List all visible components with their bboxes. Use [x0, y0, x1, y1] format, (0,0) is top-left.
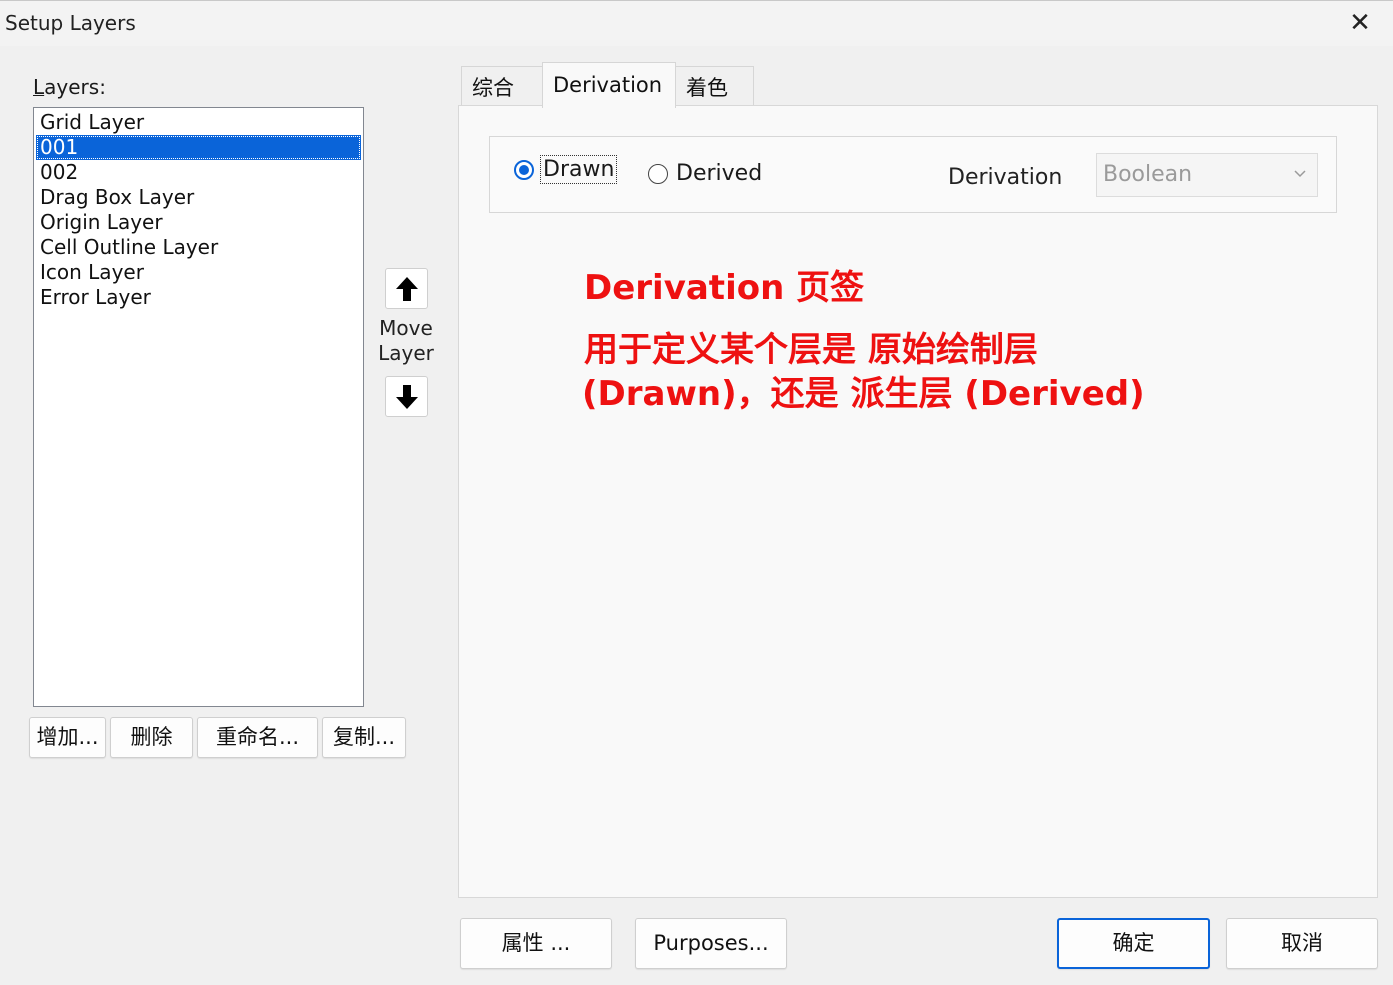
list-item[interactable]: Grid Layer: [36, 110, 361, 135]
move-layer-label: Move Layer: [372, 316, 440, 366]
delete-layer-button[interactable]: 删除: [110, 717, 193, 758]
derivation-tab-panel: Drawn Derived Derivation Boolean Derivat…: [458, 105, 1378, 898]
annotation-line2: 用于定义某个层是 原始绘制层: [584, 330, 1038, 370]
tab-derivation[interactable]: Derivation: [542, 62, 676, 108]
list-item[interactable]: Error Layer: [36, 285, 361, 310]
radio-derived-label: Derived: [676, 161, 763, 186]
window-title: Setup Layers: [5, 11, 136, 35]
arrow-down-icon: [395, 384, 418, 409]
derivation-select-value: Boolean: [1103, 162, 1193, 187]
move-down-button[interactable]: [385, 376, 428, 417]
derivation-groupbox: Drawn Derived Derivation Boolean: [489, 136, 1337, 213]
layers-listbox[interactable]: Grid Layer 001 002 Drag Box Layer Origin…: [33, 107, 364, 707]
chevron-down-icon: [1294, 170, 1306, 178]
properties-button[interactable]: 属性 ...: [460, 918, 612, 969]
add-layer-button[interactable]: 增加...: [29, 717, 106, 758]
layers-label-rest: ayers:: [44, 75, 106, 99]
radio-drawn-label: Drawn: [539, 155, 618, 184]
copy-layer-button[interactable]: 复制...: [322, 717, 406, 758]
radio-drawn[interactable]: Drawn: [514, 155, 618, 184]
radio-derived[interactable]: Derived: [648, 161, 762, 186]
layers-label: Layers:: [33, 75, 106, 99]
move-up-button[interactable]: [385, 268, 428, 309]
list-item[interactable]: Drag Box Layer: [36, 185, 361, 210]
list-item[interactable]: 001: [36, 135, 361, 160]
rename-layer-button[interactable]: 重命名...: [197, 717, 318, 758]
list-item[interactable]: 002: [36, 160, 361, 185]
list-item[interactable]: Cell Outline Layer: [36, 235, 361, 260]
purposes-button[interactable]: Purposes...: [635, 918, 787, 969]
radio-unchecked-icon: [648, 163, 668, 184]
derivation-label: Derivation: [948, 165, 1063, 190]
arrow-up-icon: [395, 276, 418, 301]
tab-color[interactable]: 着色: [675, 66, 754, 106]
list-item[interactable]: Icon Layer: [36, 260, 361, 285]
move-label-line2: Layer: [378, 341, 434, 365]
move-label-line1: Move: [379, 316, 433, 340]
cancel-button[interactable]: 取消: [1226, 918, 1378, 969]
title-bar: Setup Layers ✕: [0, 0, 1393, 46]
derivation-select[interactable]: Boolean: [1096, 153, 1318, 197]
list-item[interactable]: Origin Layer: [36, 210, 361, 235]
annotation-line1: Derivation 页签: [584, 268, 865, 308]
close-icon[interactable]: ✕: [1345, 7, 1375, 39]
annotation-line3: (Drawn)，还是 派生层 (Derived): [582, 374, 1145, 414]
radio-checked-icon: [514, 159, 534, 180]
ok-button[interactable]: 确定: [1057, 918, 1210, 969]
tab-general[interactable]: 综合: [461, 66, 543, 106]
